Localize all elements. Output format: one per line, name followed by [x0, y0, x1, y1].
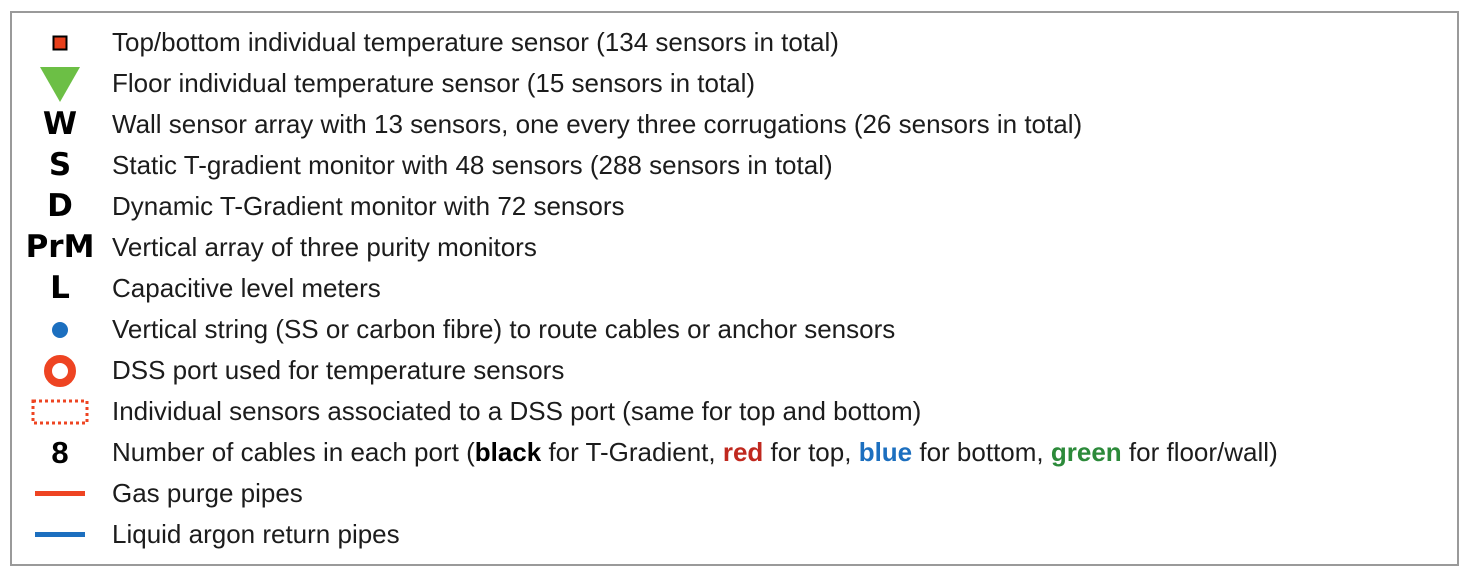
dotted-red-rectangle-icon: [18, 391, 102, 432]
legend-label: Floor individual temperature sensor (15 …: [112, 68, 756, 98]
legend-row-dynamic-gradient: D Dynamic T-Gradient monitor with 72 sen…: [12, 186, 1461, 227]
cable-count-symbol: 8: [51, 435, 69, 470]
static-gradient-symbol: S: [48, 147, 72, 183]
legend-label: Liquid argon return pipes: [112, 519, 400, 549]
legend-text: Number of cables in each port (: [112, 437, 475, 467]
legend-text: for top,: [763, 437, 859, 467]
red-line-icon: [18, 473, 102, 514]
keyword-blue: blue: [858, 437, 913, 467]
legend-label: Individual sensors associated to a DSS p…: [112, 396, 922, 426]
legend-row-purity-monitor: PrM Vertical array of three purity monit…: [12, 227, 1461, 268]
legend-box: Top/bottom individual temperature sensor…: [10, 11, 1459, 566]
legend-row-dss-port: DSS port used for temperature sensors: [12, 350, 1461, 391]
dynamic-gradient-symbol: D: [47, 188, 73, 224]
legend-row-gas-purge: Gas purge pipes: [12, 473, 1461, 514]
legend-row-vertical-string: Vertical string (SS or carbon fibre) to …: [12, 309, 1461, 350]
red-square-icon: [18, 22, 102, 63]
legend-row-level-meter: L Capacitive level meters: [12, 268, 1461, 309]
legend-row-wall-sensor: W Wall sensor array with 13 sensors, one…: [12, 104, 1461, 145]
legend-row-static-gradient: S Static T-gradient monitor with 48 sens…: [12, 145, 1461, 186]
legend-row-top-bottom-sensor: Top/bottom individual temperature sensor…: [12, 22, 1461, 63]
keyword-black: black: [474, 437, 542, 467]
wall-sensor-symbol: W: [42, 106, 78, 142]
legend-row-dss-sensors: Individual sensors associated to a DSS p…: [12, 391, 1461, 432]
legend-text: for T-Gradient,: [541, 437, 723, 467]
green-triangle-icon: [18, 63, 102, 104]
purity-monitor-symbol: PrM: [25, 229, 95, 265]
legend-label: Top/bottom individual temperature sensor…: [112, 27, 839, 57]
level-meter-symbol: L: [50, 270, 70, 306]
legend-label: DSS port used for temperature sensors: [112, 355, 565, 385]
blue-line-icon: [18, 514, 102, 555]
legend-row-argon-return: Liquid argon return pipes: [12, 514, 1461, 555]
legend-label: Wall sensor array with 13 sensors, one e…: [112, 109, 1083, 139]
legend-label-cable-count: Number of cables in each port (black for…: [112, 432, 1278, 473]
blue-dot-icon: [18, 309, 102, 350]
legend-label: Capacitive level meters: [112, 273, 381, 303]
legend-text: for bottom,: [912, 437, 1051, 467]
legend-row-cable-count: 8 Number of cables in each port (black f…: [12, 432, 1461, 473]
legend-text: for floor/wall): [1121, 437, 1278, 467]
legend-row-floor-sensor: Floor individual temperature sensor (15 …: [12, 63, 1461, 104]
legend-label: Static T-gradient monitor with 48 sensor…: [112, 150, 833, 180]
legend-label: Dynamic T-Gradient monitor with 72 senso…: [112, 191, 625, 221]
keyword-red: red: [722, 437, 764, 467]
legend-label: Vertical string (SS or carbon fibre) to …: [112, 314, 896, 344]
legend-label: Vertical array of three purity monitors: [112, 232, 537, 262]
legend-label: Gas purge pipes: [112, 478, 303, 508]
red-ring-icon: [18, 350, 102, 391]
keyword-green: green: [1050, 437, 1122, 467]
